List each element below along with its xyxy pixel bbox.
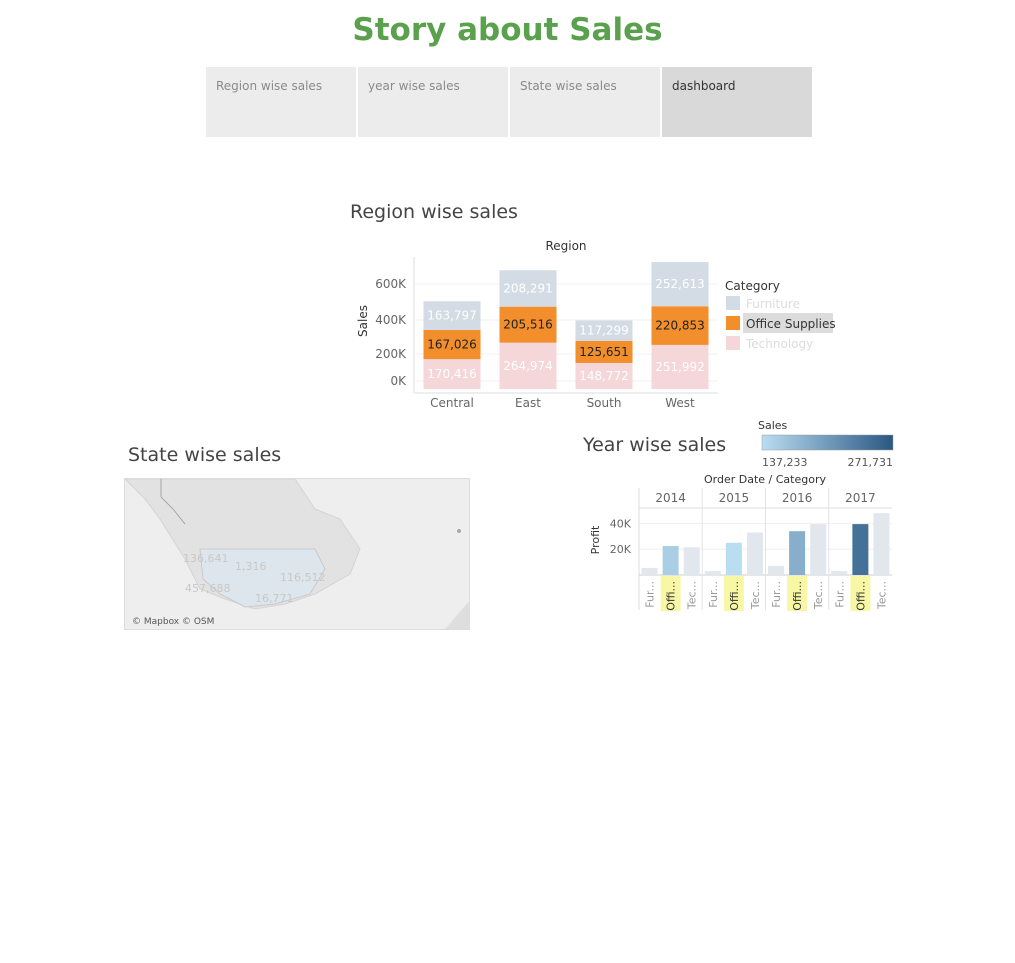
year-bar-furniture[interactable] bbox=[704, 571, 721, 575]
region-bar-label: 208,291 bbox=[503, 281, 553, 295]
year-sales-chart: Sales 137,233 271,731 Order Date / Categ… bbox=[589, 419, 894, 611]
region-y-tick: 400K bbox=[375, 313, 407, 327]
year-category-label: Fur... bbox=[770, 581, 783, 608]
region-y-tick: 0K bbox=[390, 374, 407, 388]
year-category-label: Tec... bbox=[749, 581, 762, 610]
region-bar-label: 148,772 bbox=[579, 369, 629, 383]
region-bar-label: 167,026 bbox=[427, 338, 477, 352]
legend-label-technology[interactable]: Technology bbox=[745, 337, 813, 351]
year-category-label: Tec... bbox=[686, 581, 699, 610]
year-chart-header: Order Date / Category bbox=[704, 473, 826, 486]
year-bar-technology[interactable] bbox=[810, 524, 827, 575]
year-bar-furniture[interactable] bbox=[768, 565, 785, 575]
color-legend-max: 271,731 bbox=[848, 456, 894, 469]
region-y-tick: 200K bbox=[375, 347, 407, 361]
year-header-label: 2016 bbox=[782, 491, 813, 505]
region-y-tick: 600K bbox=[375, 277, 407, 291]
year-bar-office-supplies[interactable] bbox=[725, 542, 742, 575]
region-bar-label: 125,651 bbox=[579, 345, 629, 359]
year-category-label: Fur... bbox=[833, 581, 846, 608]
color-legend-bar bbox=[761, 434, 894, 451]
year-y-tick: 40K bbox=[610, 517, 632, 530]
year-bar-office-supplies[interactable] bbox=[852, 524, 869, 575]
year-category-label: Tec... bbox=[812, 581, 825, 610]
year-header-label: 2014 bbox=[655, 491, 686, 505]
year-category-label: Tec... bbox=[875, 581, 888, 610]
year-header-label: 2017 bbox=[845, 491, 876, 505]
year-y-axis-label: Profit bbox=[589, 525, 602, 554]
region-y-axis-label: Sales bbox=[356, 305, 370, 337]
color-legend-title: Sales bbox=[758, 419, 788, 432]
year-y-tick: 20K bbox=[610, 543, 632, 556]
year-category-label: Offi... bbox=[791, 581, 804, 611]
year-category-label: Offi... bbox=[665, 581, 678, 611]
year-category-label: Offi... bbox=[728, 581, 741, 611]
region-bar-label: 205,516 bbox=[503, 318, 553, 332]
region-bar-label: 252,613 bbox=[655, 277, 705, 291]
region-sales-chart: Region Sales 0K 200K 400K 600K 170,416 167,0… bbox=[356, 239, 836, 410]
region-bar-label: 251,992 bbox=[655, 360, 705, 374]
legend-title: Category bbox=[725, 279, 780, 293]
region-bar-label: 170,416 bbox=[427, 367, 477, 381]
year-category-label: Fur... bbox=[707, 581, 720, 608]
legend-swatch-office-supplies bbox=[726, 316, 740, 330]
region-bar-label: 163,797 bbox=[427, 309, 477, 323]
year-bar-office-supplies[interactable] bbox=[662, 546, 679, 575]
region-bar-label: 264,974 bbox=[503, 359, 553, 373]
year-bar-furniture[interactable] bbox=[831, 571, 848, 575]
legend-label-office-supplies[interactable]: Office Supplies bbox=[746, 317, 836, 331]
legend-swatch-furniture bbox=[726, 296, 740, 310]
year-category-label: Fur... bbox=[644, 581, 657, 608]
year-bar-technology[interactable] bbox=[746, 532, 763, 575]
year-bar-technology[interactable] bbox=[873, 513, 890, 575]
year-bar-office-supplies[interactable] bbox=[789, 531, 806, 575]
region-bar-label: 220,853 bbox=[655, 319, 705, 333]
legend-swatch-technology bbox=[726, 336, 740, 350]
legend-label-furniture[interactable]: Furniture bbox=[746, 297, 800, 311]
region-bar-label: 117,299 bbox=[579, 324, 629, 338]
year-header-label: 2015 bbox=[719, 491, 750, 505]
color-legend-min: 137,233 bbox=[762, 456, 808, 469]
year-category-label: Offi... bbox=[854, 581, 867, 611]
year-bar-furniture[interactable] bbox=[641, 567, 658, 575]
region-header: Region bbox=[545, 239, 586, 253]
year-bar-technology[interactable] bbox=[683, 547, 700, 575]
